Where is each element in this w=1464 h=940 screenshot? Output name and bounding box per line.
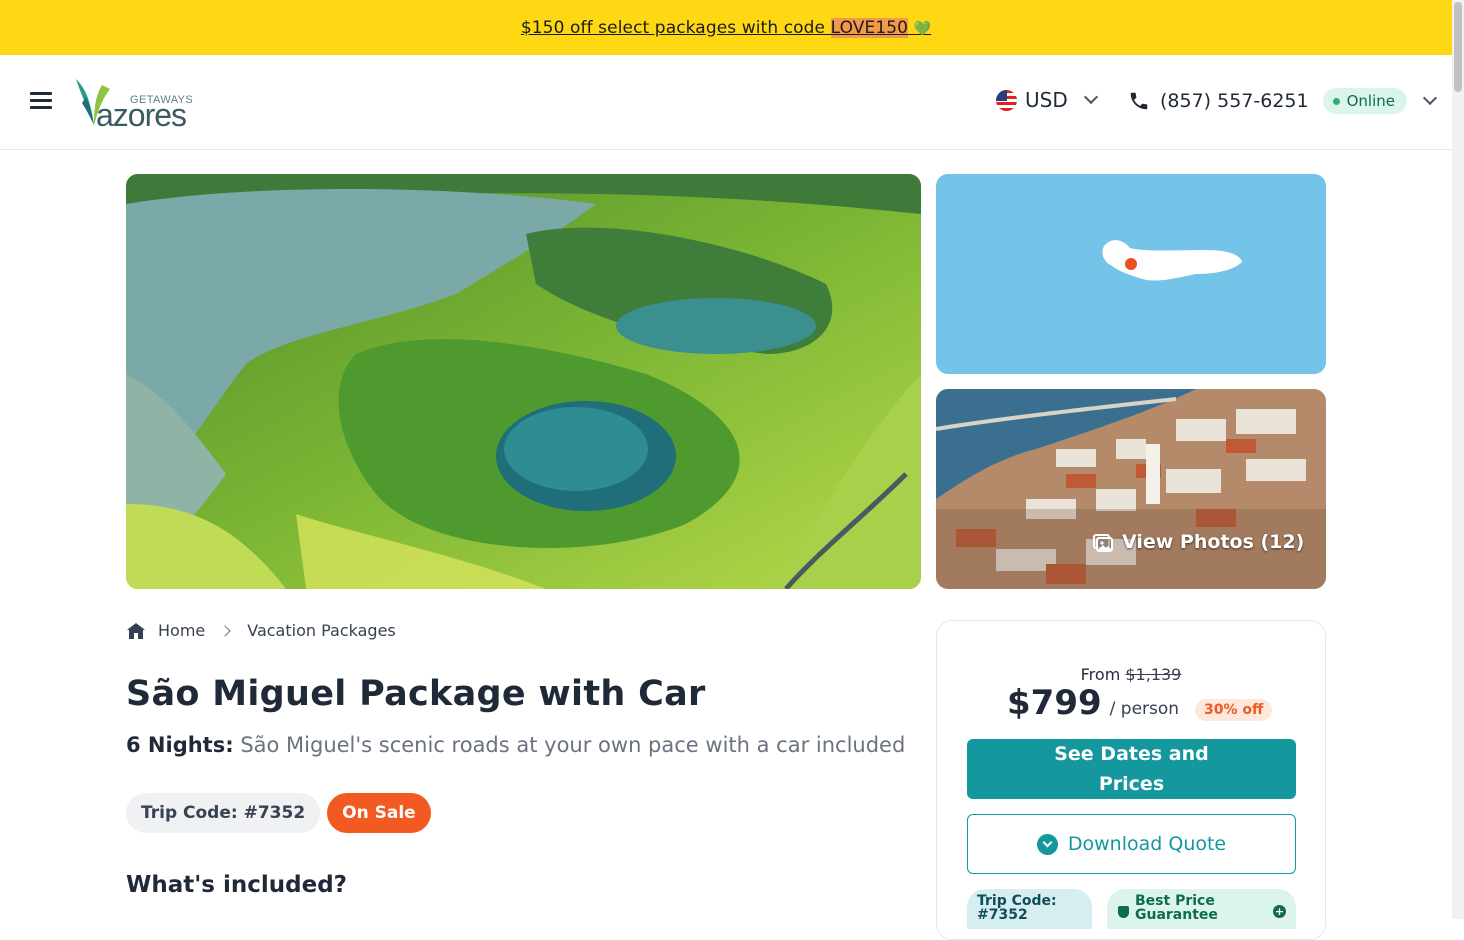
promo-code: LOVE150 xyxy=(830,17,909,38)
sao-miguel-map-image xyxy=(1102,240,1242,281)
best-price-line2: Guarantee xyxy=(1135,907,1218,923)
price-card: From $1,139 $799 / person 30% off See Da… xyxy=(936,620,1326,940)
breadcrumb-current[interactable]: Vacation Packages xyxy=(247,621,396,640)
download-quote-button[interactable]: Download Quote xyxy=(967,814,1296,874)
chevron-down-icon xyxy=(1083,89,1098,105)
hero-image-lagoons[interactable] xyxy=(126,174,921,589)
price-line: $799 / person 30% off xyxy=(1007,683,1273,723)
download-quote-label: Download Quote xyxy=(1067,833,1227,855)
nights-label: 6 Nights: xyxy=(126,733,234,757)
logo-big-text: azores xyxy=(96,97,187,133)
lagoon-landscape-image xyxy=(126,174,921,589)
view-photos-label: View Photos (12) xyxy=(1122,531,1305,553)
mini-trip-line1: Trip Code: xyxy=(977,893,1057,909)
package-subtitle: 6 Nights: São Miguel's scenic roads at y… xyxy=(126,733,905,757)
town-aerial-image[interactable] xyxy=(936,389,1326,589)
us-flag-icon xyxy=(996,89,1017,111)
breadcrumb: Home Vacation Packages xyxy=(126,621,396,640)
currency-label: USD xyxy=(1025,88,1068,112)
chevron-down-icon[interactable] xyxy=(1422,90,1438,106)
scrollbar[interactable] xyxy=(1452,0,1464,919)
chevron-right-icon xyxy=(219,624,231,637)
breadcrumb-home[interactable]: Home xyxy=(158,621,205,640)
trip-code-badge: Trip Code: #7352 xyxy=(126,793,321,833)
online-status-badge: Online xyxy=(1322,88,1407,114)
whats-included-heading: What's included? xyxy=(126,872,348,898)
online-status-label: Online xyxy=(1346,92,1395,110)
from-price-line: From $1,139 xyxy=(937,665,1325,684)
view-photos-button[interactable]: View Photos (12) xyxy=(1093,531,1304,553)
scrollbar-thumb[interactable] xyxy=(1454,2,1462,92)
per-person-label: / person xyxy=(1109,699,1180,719)
package-chips: Trip Code: #7352 On Sale xyxy=(126,793,431,833)
promo-banner: $150 off select packages with code LOVE1… xyxy=(0,0,1452,55)
phone-contact[interactable]: (857) 557-6251 Online xyxy=(1128,88,1438,114)
promo-link[interactable]: $150 off select packages with code LOVE1… xyxy=(520,17,932,38)
best-price-line1: Best Price xyxy=(1135,893,1215,909)
phone-number[interactable]: (857) 557-6251 xyxy=(1160,90,1309,112)
phone-icon xyxy=(1130,92,1148,110)
island-map[interactable] xyxy=(936,174,1326,374)
online-dot-icon xyxy=(1332,97,1340,105)
best-price-guarantee[interactable]: Best Price Guarantee + xyxy=(1107,889,1296,929)
logo[interactable]: GETAWAYS azores xyxy=(72,75,202,135)
current-price: $799 xyxy=(1007,683,1102,723)
see-dates-label-line2: Prices xyxy=(1098,773,1165,795)
plus-icon[interactable]: + xyxy=(1273,905,1286,918)
download-icon xyxy=(1036,833,1058,855)
on-sale-badge: On Sale xyxy=(327,793,431,833)
currency-selector[interactable]: USD xyxy=(996,88,1098,112)
promo-text: $150 off select packages with code xyxy=(520,17,831,38)
package-tagline: São Miguel's scenic roads at your own pa… xyxy=(240,733,906,757)
discount-badge: 30% off xyxy=(1195,699,1273,721)
mini-trip-line2: #7352 xyxy=(977,907,1028,923)
see-dates-label-line1: See Dates and xyxy=(1054,743,1209,765)
home-icon xyxy=(127,622,145,639)
town-photo xyxy=(936,389,1326,589)
mini-trip-code: Trip Code: #7352 xyxy=(967,889,1092,929)
heart-icon: 💚 xyxy=(913,20,932,37)
photos-icon xyxy=(1093,534,1113,552)
original-price: $1,139 xyxy=(1125,665,1182,684)
menu-icon[interactable] xyxy=(30,92,52,110)
site-header: GETAWAYS azores USD (857) 557-6251 Onlin… xyxy=(0,55,1452,150)
see-dates-button[interactable]: See Dates and Prices xyxy=(967,739,1296,799)
page-title: São Miguel Package with Car xyxy=(126,674,706,714)
shield-icon xyxy=(1118,906,1129,918)
from-label: From xyxy=(1080,665,1121,684)
